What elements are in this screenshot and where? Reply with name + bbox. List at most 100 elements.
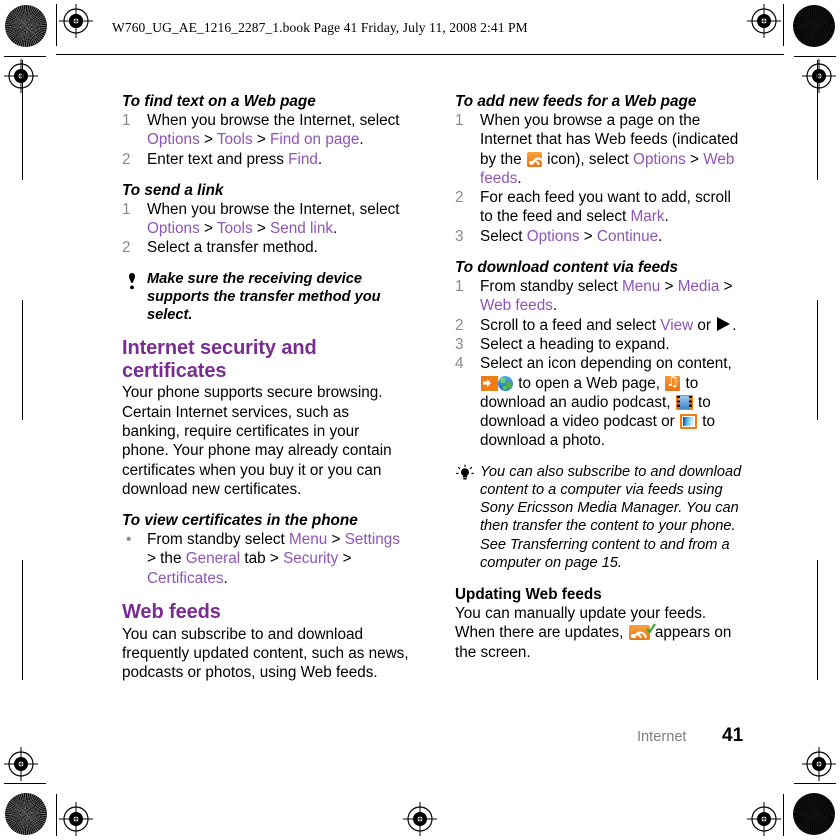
menu-item-reference[interactable]: Web feeds: [480, 297, 553, 314]
body-text: >: [199, 220, 217, 238]
body-text: tab >: [240, 550, 284, 568]
registration-target-top-right: [747, 4, 781, 38]
note-callout: Make sure the receiving device supports …: [122, 270, 410, 325]
registration-target-top-left: [59, 4, 93, 38]
steps-send-link: 1 When you browse the Internet, select Op…: [122, 200, 410, 258]
left-column: To find text on a Web page 1 When you bro…: [122, 92, 410, 682]
body-text: For each feed you want to add, scroll to…: [480, 189, 731, 226]
registration-target-bottom-left: [4, 747, 38, 781]
procedure-step: 2 Scroll to a feed and select View or .: [455, 316, 743, 335]
step-number: 3: [455, 335, 464, 353]
body-text: Select: [480, 227, 527, 245]
crop-line-top-right-vertical: [783, 4, 784, 46]
step-number: 2: [122, 150, 131, 168]
body-text: From standby select: [480, 278, 622, 296]
side-tick-right-lower: [817, 560, 818, 680]
menu-item-reference[interactable]: Security: [283, 550, 338, 567]
menu-item-reference[interactable]: General: [186, 550, 240, 567]
menu-item-reference[interactable]: Tools: [217, 220, 253, 237]
note-text: Make sure the receiving device supports …: [147, 270, 381, 324]
step-number: 4: [455, 355, 464, 373]
registration-target-bottom-right: [802, 747, 836, 781]
menu-item-reference[interactable]: Find: [288, 151, 318, 168]
menu-item-reference[interactable]: Send link: [270, 220, 333, 237]
footer-chapter-label: Internet: [637, 729, 687, 745]
play-triangle-icon: [717, 316, 731, 331]
body-text: >: [338, 550, 352, 568]
menu-item-reference[interactable]: Continue: [597, 228, 658, 245]
steps-view-certificates: • From standby select Menu > Settings > t…: [122, 530, 410, 588]
menu-item-reference[interactable]: Options: [147, 220, 200, 237]
steps-find-text: 1 When you browse the Internet, select Op…: [122, 111, 410, 169]
body-text: .: [664, 208, 669, 226]
body-text: When you browse the Internet, select: [147, 112, 400, 129]
menu-item-reference[interactable]: Options: [633, 151, 686, 168]
menu-item-reference[interactable]: Options: [147, 131, 200, 148]
heading-view-certificates: To view certificates in the phone: [122, 512, 358, 530]
registration-target-bottom-center: [403, 802, 437, 836]
body-text: .: [317, 150, 323, 168]
tip-lightbulb-icon: [456, 464, 474, 480]
registration-target-bottom-center-left: [59, 802, 93, 836]
step-number: 2: [455, 316, 464, 334]
menu-item-reference[interactable]: Options: [527, 228, 580, 245]
registration-target-bottom-center-right: [747, 802, 781, 836]
procedure-step: 1 When you browse a page on the Internet …: [455, 111, 743, 188]
procedure-step: 3 Select Options > Continue.: [455, 227, 743, 246]
heading-download-content: To download content via feeds: [455, 259, 678, 277]
body-web-feeds: You can subscribe to and download freque…: [122, 625, 409, 682]
body-text: Select an icon depending on content,: [480, 355, 732, 373]
body-text: .: [223, 569, 228, 587]
video-podcast-icon: [675, 394, 693, 410]
crop-line-bottom-left-vertical: [56, 794, 57, 836]
menu-item-reference[interactable]: View: [660, 317, 693, 334]
menu-item-reference[interactable]: Settings: [345, 531, 400, 548]
heading-updating-web-feeds: Updating Web feeds: [455, 585, 602, 603]
audio-podcast-icon: [665, 373, 681, 391]
body-text: .: [332, 220, 338, 238]
menu-item-reference[interactable]: Menu: [289, 531, 327, 548]
menu-item-reference[interactable]: Certificates: [147, 570, 224, 587]
body-text: >: [660, 278, 678, 296]
body-text: >: [327, 531, 345, 549]
menu-item-reference[interactable]: Tools: [217, 131, 253, 148]
procedure-step: 4 Select an icon depending on content, to…: [455, 354, 743, 450]
rss-feed-update-icon: [628, 623, 656, 648]
right-column: To add new feeds for a Web page 1 When yo…: [455, 92, 743, 662]
rosette-mark-bottom-left: [5, 793, 47, 835]
body-updating-web-feeds: You can manually update your feeds. When…: [455, 604, 743, 662]
crop-line-top-left-vertical: [56, 4, 57, 46]
rss-feed-icon: [526, 151, 548, 174]
step-number: 1: [455, 278, 464, 296]
body-text: .: [359, 131, 364, 149]
body-text: >: [252, 131, 271, 149]
menu-item-reference[interactable]: Menu: [622, 278, 660, 295]
open-web-page-icon: [481, 375, 513, 391]
procedure-step: 1 When you browse the Internet, select Op…: [122, 200, 410, 239]
step-number: 1: [122, 112, 131, 129]
step-number: 2: [455, 189, 464, 207]
body-internet-security: Your phone supports secure browsing. Cer…: [122, 384, 392, 498]
side-tick-left-upper: [22, 60, 23, 180]
procedure-step: 2 For each feed you want to add, scroll t…: [455, 188, 743, 227]
menu-item-reference[interactable]: Mark: [631, 208, 665, 225]
body-text: >: [719, 278, 733, 296]
body-text: .: [732, 316, 737, 334]
steps-add-feeds: 1 When you browse a page on the Internet …: [455, 111, 743, 246]
crop-line-bottom-right-vertical: [783, 794, 784, 836]
step-number: 3: [455, 227, 464, 245]
body-text: Enter text and press: [147, 150, 289, 168]
step-number: 1: [455, 112, 464, 129]
menu-item-reference[interactable]: Find on page: [270, 131, 359, 148]
heading-internet-security: Internet security and certificates: [122, 337, 317, 382]
menu-item-reference[interactable]: Media: [678, 278, 720, 295]
registration-target-right: [802, 59, 836, 93]
body-text: >: [252, 220, 271, 238]
body-text: >: [199, 131, 217, 149]
body-text: Select a transfer method.: [147, 239, 318, 257]
body-text: icon), select: [542, 150, 634, 168]
body-text: .: [658, 227, 663, 245]
step-number: 1: [122, 200, 131, 218]
rosette-mark-top-left: [5, 5, 47, 47]
body-text: Select a heading to expand.: [480, 335, 670, 353]
